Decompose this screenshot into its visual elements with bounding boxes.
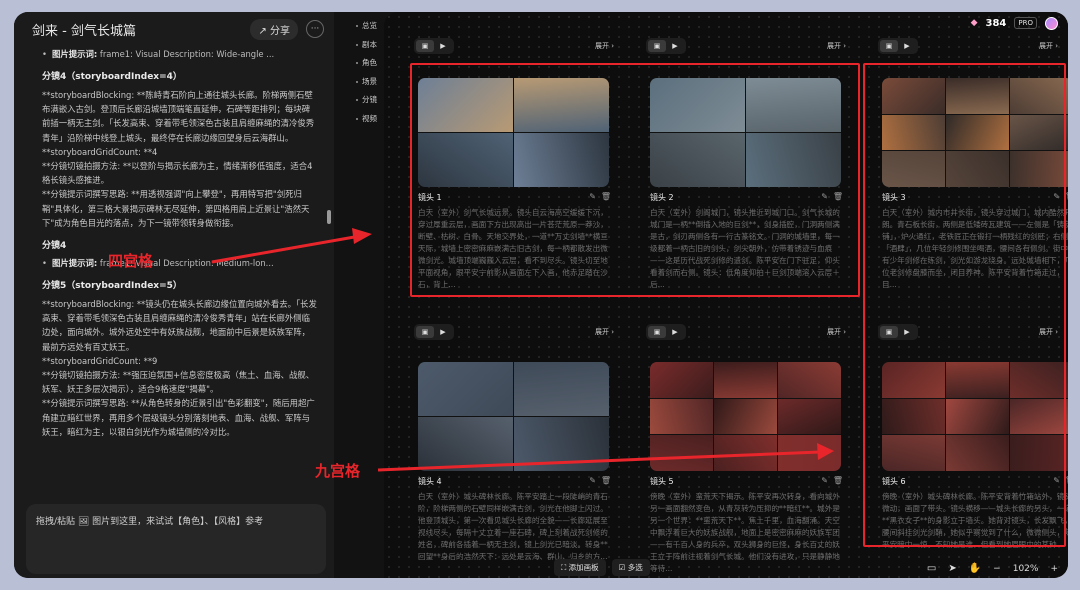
multi-select-label: 多选 [627, 563, 643, 572]
chat-heading: 分镜5（storyboardIndex=5） [42, 281, 182, 292]
frame-thumbnail [714, 435, 777, 471]
canvas-toolbar: ⛶ 添加画板 ☑ 多选 [554, 559, 650, 576]
share-label: 分享 [270, 25, 290, 37]
bullet-key: 图片提示词: [52, 258, 98, 269]
frame-thumbnail [778, 435, 841, 471]
frame-thumbnail [778, 362, 841, 398]
chat-header: 剑来 - 剑气长城篇 ↗ 分享 ··· [14, 12, 334, 46]
card-header: ▣ ▶ 展开 › [646, 38, 846, 54]
video-mode-icon[interactable]: ▶ [434, 40, 452, 52]
avatar[interactable] [1045, 16, 1058, 30]
zoom-in-button[interactable]: + [1050, 564, 1058, 574]
credits-count: 384 [985, 17, 1007, 29]
highlight-nine-grid [863, 63, 1066, 547]
storyboard-canvas[interactable]: ◆ 384 PRO ▣ ▶ 展开 › ▣ ▶ 展开 › ▣ ▶ 展开 › ▣ ▶ 展开 › ▣ ▶ 展开 ›… [384, 12, 1068, 578]
chat-paragraph: **分镜切镜拍摄方法: **强压迫氛围+信息密度极高（焦土、血海、战舰、妖军、妖… [42, 370, 315, 395]
chat-bullet: 图片提示词: frame1: Visual Description: Wide-… [42, 48, 318, 61]
comment-icon[interactable]: ▭ [927, 563, 936, 574]
chat-paragraph: **storyboardBlocking: **镜头仍在城头长廊边缘位置向城外看… [42, 299, 317, 352]
card-header: ▣ ▶ 展开 › [646, 324, 846, 340]
frame-thumbnail [418, 362, 513, 416]
frame-thumbnail [714, 398, 777, 435]
media-toggle[interactable]: ▣ ▶ [646, 38, 686, 54]
four-grid-image[interactable] [418, 362, 609, 471]
image-mode-icon[interactable]: ▣ [648, 40, 666, 52]
shot-card[interactable]: 镜头 5 ✎ 🗑 傍晚（室外）蛮荒天下揭示。陈平安再次转身，看向城外另一画面翻然变色，… [638, 358, 858, 578]
chat-messages[interactable]: 图片提示词: frame1: Visual Description: Wide-… [14, 46, 330, 502]
image-mode-icon[interactable]: ▣ [416, 326, 434, 338]
bullet-key: 图片提示词: [52, 49, 98, 59]
shot-label: 镜头 4 [418, 477, 442, 486]
video-mode-icon[interactable]: ▶ [898, 40, 916, 52]
shot-label: 镜头 5 [650, 477, 674, 486]
expand-button[interactable]: 展开 › [595, 41, 614, 51]
annotation-nine-grid: 九宫格 [315, 462, 361, 480]
image-mode-icon[interactable]: ▣ [880, 40, 898, 52]
nine-grid-image[interactable] [650, 362, 841, 471]
add-board-button[interactable]: ⛶ 添加画板 [554, 559, 606, 576]
more-button[interactable]: ··· [306, 20, 324, 38]
frame-thumbnail [714, 362, 777, 398]
frame-thumbnail [650, 362, 713, 398]
project-title: 剑来 - 剑气长城篇 [32, 23, 136, 39]
chat-heading: 分镜4（storyboardIndex=4） [42, 72, 182, 82]
share-button[interactable]: ↗ 分享 [250, 18, 298, 40]
card-header: ▣ ▶ 展开 › [414, 38, 614, 54]
chat-panel: 剑来 - 剑气长城篇 ↗ 分享 ··· 图片提示词: frame1: Visua… [14, 12, 334, 578]
media-toggle[interactable]: ▣ ▶ [878, 38, 918, 54]
chat-bullet: 图片提示词: frame1: Visual Description: Mediu… [42, 257, 318, 270]
frame-thumbnail [514, 362, 609, 416]
app-window: 剑来 - 剑气长城篇 ↗ 分享 ··· 图片提示词: frame1: Visua… [14, 12, 1068, 578]
zoom-controls: ▭ ➤ ✋ − 102% + [927, 563, 1058, 574]
zoom-level: 102% [1012, 563, 1039, 574]
frame-thumbnail [418, 417, 513, 471]
chat-paragraph: **storyboardBlocking: **陈峙青石阶向上通往城头长廊。阶梯… [42, 90, 315, 143]
edit-icon[interactable]: ✎ [589, 476, 596, 485]
video-mode-icon[interactable]: ▶ [434, 326, 452, 338]
annotation-four-grid: 四宫格 [108, 252, 154, 270]
edit-icon[interactable]: ✎ [821, 476, 828, 485]
bullet-text: frame1: Visual Description: Wide-angle .… [99, 49, 275, 59]
top-bar: ◆ 384 PRO [971, 14, 1058, 32]
shot-card[interactable]: 镜头 4 ✎ 🗑 白天（室外）城头碑林长廊。陈平安踏上一段陡峭的青石阶，阶梯两侧的石壁… [406, 358, 626, 578]
frame-thumbnail [650, 398, 713, 435]
trash-icon[interactable]: 🗑 [601, 476, 611, 485]
video-mode-icon[interactable]: ▶ [666, 326, 684, 338]
plan-badge: PRO [1014, 17, 1037, 29]
chat-paragraph: **storyboardGridCount: **9 [42, 355, 158, 366]
expand-button[interactable]: 展开 › [827, 327, 846, 337]
image-mode-icon[interactable]: ▣ [648, 326, 666, 338]
highlight-four-grid [410, 63, 860, 297]
trash-icon[interactable]: 🗑 [833, 476, 843, 485]
expand-button[interactable]: 展开 › [827, 41, 846, 51]
chat-paragraph: **分镜提示词撰写思路: **用透视强调"向上攀登"，再用特写把"剑死归鞘"具体… [42, 189, 310, 228]
pointer-icon[interactable]: ➤ [948, 563, 956, 574]
scrollbar-thumb[interactable] [327, 210, 331, 224]
zoom-out-button[interactable]: − [993, 564, 1001, 574]
add-board-label: 添加画板 [568, 563, 599, 572]
hand-icon[interactable]: ✋ [969, 563, 981, 574]
media-toggle[interactable]: ▣ ▶ [646, 324, 686, 340]
chat-paragraph: **分镜切镜拍摄方法: **以登阶与揭示长廊为主，情绪渐移低强度，适合4格长镜头… [42, 161, 313, 186]
frame-thumbnail [778, 398, 841, 435]
shot-description: 傍晚（室外）蛮荒天下揭示。陈平安再次转身，看向城外另一画面翻然变色，从青灰转为压… [650, 492, 840, 573]
multi-select-button[interactable]: ☑ 多选 [611, 559, 650, 576]
video-mode-icon[interactable]: ▶ [666, 40, 684, 52]
card-header: ▣ ▶ 展开 › [414, 324, 614, 340]
image-mode-icon[interactable]: ▣ [416, 40, 434, 52]
media-toggle[interactable]: ▣ ▶ [414, 38, 454, 54]
expand-button[interactable]: 展开 › [1039, 41, 1058, 51]
frame-thumbnail [514, 417, 609, 471]
card-header: ▣ ▶ 展开 › [878, 38, 1058, 54]
frame-thumbnail [650, 435, 713, 471]
expand-button[interactable]: 展开 › [595, 327, 614, 337]
chat-heading: 分镜4 [42, 241, 67, 252]
chat-input[interactable]: 拖拽/粘贴 🖼 图片到这里，来试试【角色】、【风格】参考 [26, 504, 326, 574]
media-toggle[interactable]: ▣ ▶ [414, 324, 454, 340]
chat-paragraph: **storyboardGridCount: **4 [42, 146, 158, 157]
chat-paragraph: **分镜提示词撰写思路: **从角色转身的近景引出"色彩翻变"，随后用超广角建立… [42, 398, 315, 437]
credits-icon: ◆ [970, 18, 978, 28]
chat-input-placeholder: 拖拽/粘贴 🖼 图片到这里，来试试【角色】、【风格】参考 [36, 517, 264, 527]
